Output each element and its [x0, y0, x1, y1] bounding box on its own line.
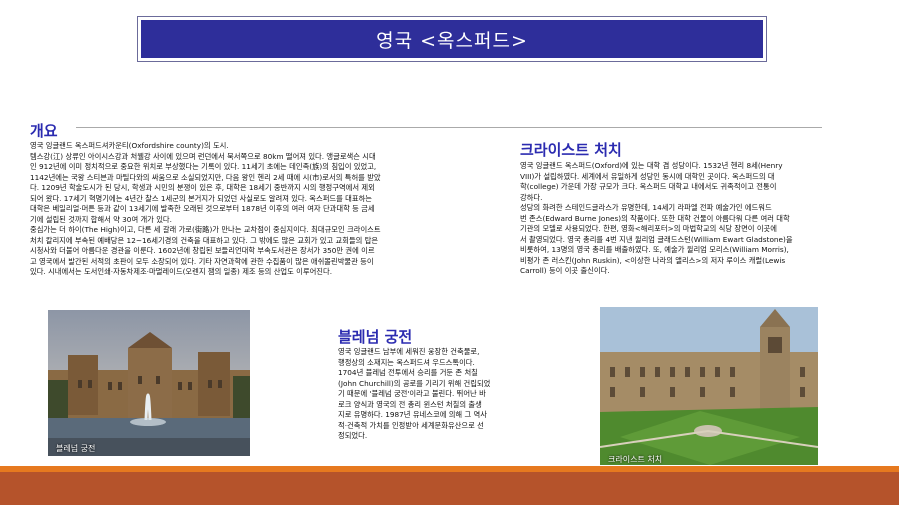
blenheim-caption: 블레넘 궁전	[56, 444, 96, 453]
christchurch-heading: 크라이스트 처치	[520, 141, 622, 159]
blenheim-heading: 블레넘 궁전	[338, 328, 413, 346]
footer-band	[0, 472, 899, 505]
overview-text: 영국 잉글랜드 옥스퍼드셔카운티(Oxfordshire county)의 도시…	[30, 141, 381, 276]
blenheim-text: 영국 잉글랜드 남부에 세워진 웅장한 건축물로, 행정상의 소재지는 옥스퍼드…	[338, 347, 491, 440]
overview-heading: 개요	[30, 122, 58, 140]
christchurch-text: 영국 잉글랜드 옥스퍼드(Oxford)에 있는 대학 겸 성당이다. 1532…	[520, 161, 793, 275]
section-divider	[76, 127, 822, 128]
title-box: 영국 <옥스퍼드>	[137, 16, 767, 62]
christchurch-photo	[600, 307, 818, 465]
christchurch-caption: 크라이스트 처치	[608, 455, 663, 464]
page-title: 영국 <옥스퍼드>	[141, 20, 763, 58]
blenheim-palace-photo	[48, 310, 250, 456]
